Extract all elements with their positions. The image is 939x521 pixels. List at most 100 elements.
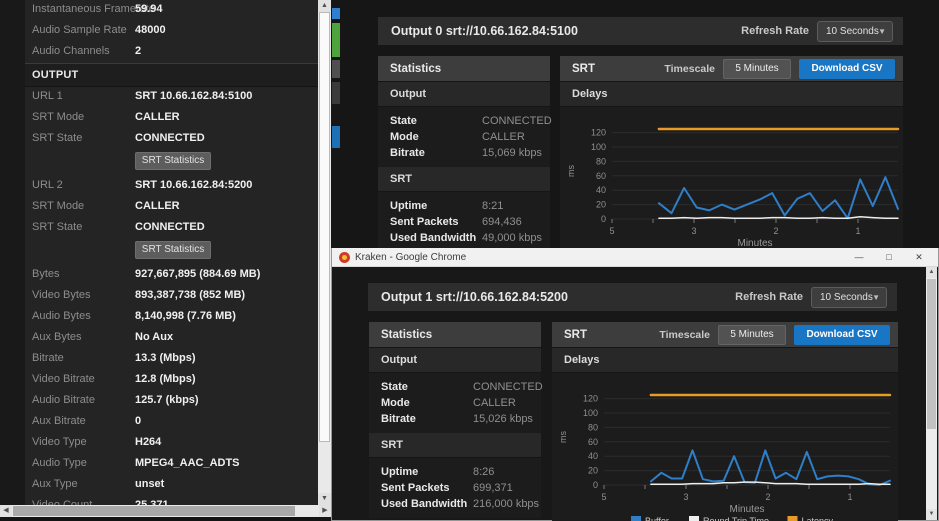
stat-row: Instantaneous Framerate59.94 — [25, 0, 318, 21]
stat-label: Used Bandwidth — [381, 498, 467, 510]
svg-text:3: 3 — [683, 492, 688, 502]
timescale-label: Timescale — [659, 329, 710, 341]
svg-text:Latency: Latency — [802, 516, 834, 521]
srt-statistics-button[interactable]: SRT Statistics — [135, 241, 211, 259]
refresh-rate-label: Refresh Rate — [741, 25, 809, 37]
scroll-up-icon[interactable]: ▲ — [318, 0, 331, 12]
svg-text:5: 5 — [609, 226, 614, 236]
srt-section-title: SRT — [390, 167, 412, 192]
kraken-favicon-icon — [339, 252, 350, 263]
stat-value: CALLER — [482, 131, 525, 143]
stat-value: 699,371 — [473, 482, 513, 494]
delays-title: Delays — [572, 82, 607, 107]
stat-value: CONNECTED — [135, 132, 205, 144]
screen: Instantaneous Framerate59.94Audio Sample… — [0, 0, 939, 521]
stat-row: Uptime8:21 — [378, 198, 550, 214]
scroll-up-icon[interactable]: ▲ — [926, 267, 937, 278]
output1-srt-panel: SRT Timescale 5 Minutes Download CSV Del… — [552, 322, 898, 521]
stat-row: Audio Bytes8,140,998 (7.76 MB) — [25, 307, 318, 328]
stat-label: Video Type — [32, 436, 87, 448]
srt-section-title: SRT — [381, 433, 403, 458]
stat-label: Bitrate — [381, 413, 416, 425]
srt-statistics-button[interactable]: SRT Statistics — [135, 152, 211, 170]
background-ui-sliver — [332, 8, 340, 19]
vertical-scrollbar[interactable]: ▲ ▼ — [318, 0, 331, 505]
stat-value: 15,026 kbps — [473, 413, 533, 425]
stat-label: State — [381, 381, 408, 393]
stat-value: 8,140,998 (7.76 MB) — [135, 310, 236, 322]
refresh-rate-value: 10 Seconds — [820, 292, 873, 303]
stat-row: Video TypeH264 — [25, 433, 318, 454]
output0-header-bar: Output 0 srt://10.66.162.84:5100 Refresh… — [378, 17, 903, 45]
chevron-down-icon: ▼ — [878, 22, 886, 41]
window-bottom-strip — [0, 517, 331, 521]
stat-label: Used Bandwidth — [390, 232, 476, 244]
timescale-button[interactable]: 5 Minutes — [723, 59, 791, 79]
svg-text:Buffer: Buffer — [645, 516, 669, 521]
svg-text:ms: ms — [558, 431, 568, 443]
scrollbar-thumb[interactable] — [13, 506, 295, 516]
stat-label: SRT Mode — [32, 111, 84, 123]
svg-text:1: 1 — [847, 492, 852, 502]
stat-value: 48000 — [135, 24, 166, 36]
background-ui-sliver — [332, 126, 340, 148]
stat-label: Mode — [381, 397, 410, 409]
statistics-panel-title: Statistics — [381, 322, 432, 348]
timescale-button[interactable]: 5 Minutes — [718, 325, 786, 345]
stat-row: SRT StateCONNECTED — [25, 129, 318, 150]
stat-label: SRT Mode — [32, 200, 84, 212]
left-gutter — [0, 0, 25, 521]
output0-srt-panel: SRT Timescale 5 Minutes Download CSV Del… — [560, 56, 903, 267]
chevron-down-icon: ▼ — [872, 288, 880, 307]
stat-label: SRT State — [32, 221, 82, 233]
stat-value: No Aux — [135, 331, 173, 343]
statistics-panel-title: Statistics — [390, 56, 441, 82]
svg-text:0: 0 — [593, 480, 598, 490]
svg-text:60: 60 — [596, 171, 606, 181]
stat-label: Audio Channels — [32, 45, 110, 57]
stat-label: Audio Type — [32, 457, 87, 469]
stat-row: Bitrate 15,026 kbps — [369, 411, 541, 427]
close-button[interactable]: ✕ — [905, 248, 933, 266]
output1-header-bar: Output 1 srt://10.66.162.84:5200 Refresh… — [368, 283, 897, 311]
scroll-down-icon[interactable]: ▼ — [318, 493, 331, 505]
download-csv-button[interactable]: Download CSV — [799, 59, 895, 79]
maximize-button[interactable]: □ — [875, 248, 903, 266]
chrome-window: Kraken - Google Chrome — □ ✕ Output 1 sr… — [331, 248, 939, 521]
stat-label: Video Bytes — [32, 289, 91, 301]
stat-row: Video Bitrate12.8 (Mbps) — [25, 370, 318, 391]
stat-label: Audio Sample Rate — [32, 24, 127, 36]
button-row: SRT Statistics — [25, 150, 318, 176]
stat-value: CONNECTED — [135, 221, 205, 233]
scrollbar-thumb[interactable] — [927, 279, 936, 429]
scroll-down-icon[interactable]: ▼ — [926, 509, 937, 520]
download-csv-button[interactable]: Download CSV — [794, 325, 890, 345]
background-ui-sliver — [332, 60, 340, 78]
scrollbar-thumb[interactable] — [319, 12, 330, 442]
scroll-left-icon[interactable]: ◀ — [0, 505, 12, 517]
output-section-title: Output — [390, 82, 426, 107]
button-row: SRT Statistics — [25, 239, 318, 265]
svg-text:80: 80 — [588, 422, 598, 432]
stat-value: CALLER — [135, 200, 180, 212]
minimize-button[interactable]: — — [845, 248, 873, 266]
chrome-titlebar[interactable]: Kraken - Google Chrome — □ ✕ — [332, 248, 938, 267]
horizontal-scrollbar[interactable]: ◀ ▶ — [0, 505, 331, 517]
stat-label: State — [390, 115, 417, 127]
stat-value: 216,000 kbps — [473, 498, 539, 510]
stat-value: CALLER — [473, 397, 516, 409]
stat-row: Video Bytes893,387,738 (852 MB) — [25, 286, 318, 307]
refresh-rate-select[interactable]: 10 Seconds ▼ — [811, 287, 887, 308]
refresh-rate-select[interactable]: 10 Seconds ▼ — [817, 21, 893, 42]
svg-text:20: 20 — [588, 466, 598, 476]
chrome-vertical-scrollbar[interactable]: ▲ ▼ — [926, 267, 937, 520]
stat-row: URL 2SRT 10.66.162.84:5200 — [25, 176, 318, 197]
stat-row: StateCONNECTED — [378, 113, 550, 129]
stat-row: Audio Sample Rate 48000 — [25, 21, 318, 42]
stat-value: 694,436 — [482, 216, 522, 228]
stat-row: Audio Channels2 — [25, 42, 318, 63]
stat-label: Bitrate — [32, 352, 64, 364]
svg-text:40: 40 — [588, 451, 598, 461]
stat-label: URL 2 — [32, 179, 63, 191]
scroll-right-icon[interactable]: ▶ — [319, 505, 331, 517]
